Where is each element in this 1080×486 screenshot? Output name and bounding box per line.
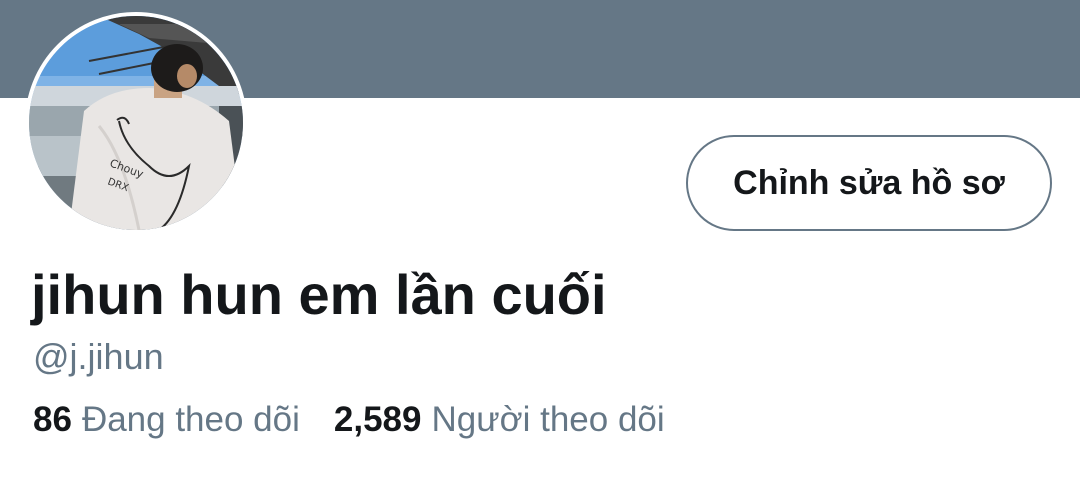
following-stat[interactable]: 86 Đang theo dõi — [33, 400, 300, 440]
following-label: Đang theo dõi — [81, 400, 300, 439]
profile-stats: 86 Đang theo dõi 2,589 Người theo dõi — [33, 400, 665, 440]
avatar-photo: Chouy DRX — [29, 16, 243, 230]
profile-handle: @j.jihun — [33, 336, 164, 377]
profile-display-name: jihun hun em lần cuối — [31, 263, 607, 326]
followers-stat[interactable]: 2,589 Người theo dõi — [334, 400, 665, 440]
followers-label: Người theo dõi — [431, 400, 665, 439]
profile-avatar[interactable]: Chouy DRX — [25, 12, 247, 234]
edit-profile-button[interactable]: Chỉnh sửa hồ sơ — [686, 135, 1052, 231]
following-count: 86 — [33, 400, 72, 439]
profile-header: Chouy DRX Chỉnh sửa hồ sơ jihun hun em l… — [0, 0, 1080, 486]
followers-count: 2,589 — [333, 400, 422, 439]
